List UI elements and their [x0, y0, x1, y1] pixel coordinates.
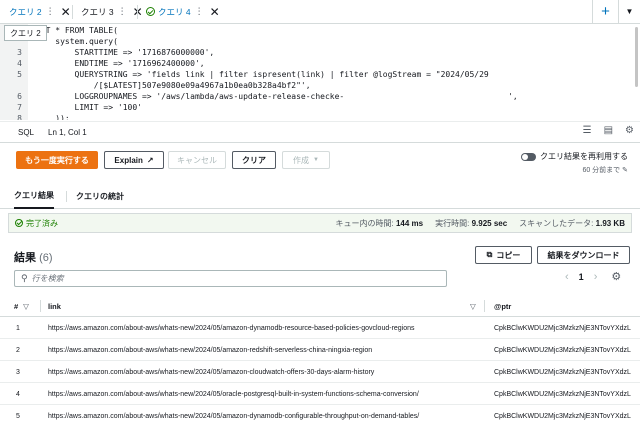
copy-button[interactable]: ⧉ コピー	[475, 246, 532, 264]
tab-label: クエリ 2	[9, 6, 42, 17]
gear-icon[interactable]: ⚙	[625, 125, 634, 136]
queue-time: キュー内の時間: 144 ms	[335, 218, 424, 228]
chevron-down-icon[interactable]: ▼	[618, 0, 640, 23]
create-dropdown[interactable]: 作成 ▼	[282, 151, 330, 169]
query-status-bar: 完了済み キュー内の時間: 144 ms 実行時間: 9.925 sec スキャ…	[8, 213, 632, 233]
code-line: 8 ));	[17, 114, 70, 120]
next-page-icon[interactable]: ›	[594, 271, 598, 283]
tab-query-2[interactable]: クエリ 2 ⋮ ✕	[0, 0, 71, 23]
column-header-num[interactable]: # ▽	[14, 295, 29, 317]
tab-menu-icon[interactable]: ⋮	[195, 6, 204, 17]
search-icon: ⚲	[21, 273, 28, 283]
code-line: 6 LOGGROUPNAMES => '/aws/lambda/aws-upda…	[17, 92, 518, 101]
format-icon[interactable]: ☰	[583, 125, 592, 136]
code-line: 5 QUERYSTRING => 'fields link | filter i…	[17, 70, 489, 79]
tab-tooltip: クエリ 2	[4, 25, 47, 41]
cancel-button[interactable]: キャンセル	[168, 151, 226, 169]
reuse-results-toggle[interactable]: クエリ結果を再利用する 60 分前まで ✎	[521, 151, 628, 175]
gear-icon[interactable]: ⚙	[611, 270, 621, 283]
table-row[interactable]: 3 https://aws.amazon.com/about-aws/whats…	[0, 361, 640, 383]
status-badge: 完了済み	[15, 218, 58, 229]
editor-scrollbar[interactable]	[635, 27, 638, 87]
column-header-ptr[interactable]: @ptr	[494, 295, 511, 317]
exec-time: 実行時間: 9.925 sec	[435, 218, 508, 228]
tab-query-results[interactable]: クエリ結果	[14, 183, 54, 209]
query-toolbar: もう一度実行する Explain ↗ キャンセル クリア 作成 ▼ クエリ結果を再利…	[0, 143, 640, 183]
code-line: 7 LIMIT => '100'	[17, 103, 142, 112]
result-tabs: クエリ結果 クエリの統計	[0, 183, 640, 209]
table-header: # ▽ link ▽ @ptr	[0, 295, 640, 317]
editor-status-bar: SQL Ln 1, Col 1 ☰ ▤ ⚙	[0, 121, 640, 143]
success-check-icon	[146, 7, 155, 16]
rerun-button[interactable]: もう一度実行する	[16, 151, 98, 169]
code-line: 3 STARTTIME => '1716876000000',	[17, 48, 215, 57]
tab-menu-icon[interactable]: ⋮	[118, 6, 127, 17]
results-title: 結果 (6)	[14, 252, 53, 264]
results-count: (6)	[39, 252, 53, 264]
reuse-label: クエリ結果を再利用する	[540, 152, 628, 161]
table-row[interactable]: 4 https://aws.amazon.com/about-aws/whats…	[0, 383, 640, 405]
results-table: # ▽ link ▽ @ptr 1 https://aws.amazon.com/…	[0, 295, 640, 424]
sql-editor[interactable]: ECT * FROM TABLE( system.query( 3 STARTT…	[0, 24, 640, 120]
page-number[interactable]: 1	[579, 272, 584, 282]
search-placeholder: 行を検索	[31, 274, 64, 283]
close-icon[interactable]: ✕	[210, 5, 220, 19]
code-line: 4 ENDTIME => '1716962400000',	[17, 59, 205, 68]
tab-label: クエリ 3	[81, 6, 114, 17]
chevron-down-icon: ▼	[313, 157, 319, 163]
table-row[interactable]: 5 https://aws.amazon.com/about-aws/whats…	[0, 405, 640, 424]
tab-query-3[interactable]: クエリ 3 ⋮ ✕	[72, 0, 143, 23]
clear-button[interactable]: クリア	[232, 151, 276, 169]
language-label: SQL	[18, 127, 35, 137]
external-link-icon: ↗	[146, 155, 154, 165]
tab-query-4[interactable]: クエリ 4 ⋮ ✕	[137, 0, 220, 23]
download-results-button[interactable]: 結果をダウンロード	[537, 246, 630, 264]
tab-query-stats[interactable]: クエリの統計	[76, 183, 124, 209]
toggle-icon[interactable]	[521, 152, 536, 161]
table-row[interactable]: 1 https://aws.amazon.com/about-aws/whats…	[0, 317, 640, 339]
tab-label: クエリ 4	[158, 6, 191, 17]
sort-icon: ▽	[23, 301, 29, 311]
cursor-position: Ln 1, Col 1	[48, 127, 87, 137]
tab-menu-icon[interactable]: ⋮	[46, 6, 55, 17]
code-line: system.query(	[36, 37, 118, 46]
column-header-link[interactable]: link	[48, 295, 61, 317]
code-line: /[$LATEST]507e9080e09a4967a1b0ea0b328a4b…	[36, 81, 311, 90]
prev-page-icon[interactable]: ‹	[565, 271, 569, 283]
close-icon[interactable]: ✕	[61, 5, 71, 19]
table-row[interactable]: 2 https://aws.amazon.com/about-aws/whats…	[0, 339, 640, 361]
success-check-icon	[15, 219, 23, 227]
scanned-data: スキャンしたデータ: 1.93 KB	[519, 218, 625, 228]
sort-icon[interactable]: ▽	[470, 295, 476, 317]
add-tab-button[interactable]: +	[592, 0, 618, 23]
copy-icon: ⧉	[486, 250, 493, 259]
keyboard-icon[interactable]: ▤	[604, 125, 613, 136]
reuse-sub-label: 60 分前まで	[582, 167, 621, 174]
edit-icon[interactable]: ✎	[622, 167, 628, 174]
pagination: ‹ 1 › ⚙	[565, 270, 621, 284]
query-tab-bar: クエリ 2 ⋮ ✕ クエリ 3 ⋮ ✕ クエリ 4 ⋮ ✕ + ▼	[0, 0, 640, 24]
row-search-input[interactable]: ⚲ 行を検索	[14, 270, 447, 287]
explain-button[interactable]: Explain ↗	[104, 151, 164, 169]
code-line: ECT * FROM TABLE(	[36, 26, 118, 35]
